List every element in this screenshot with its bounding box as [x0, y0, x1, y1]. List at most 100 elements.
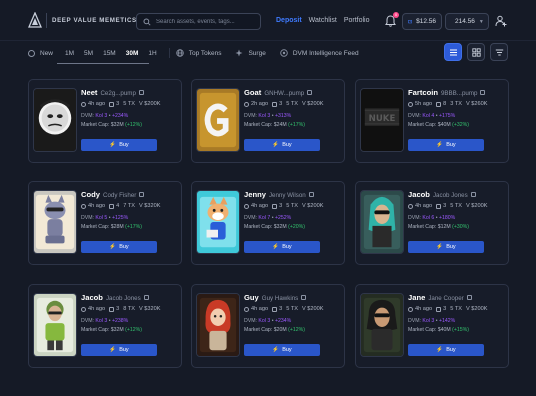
token-card[interactable]: Jenny Jenny Wilson 4h ago 3 5 TX V $200K… — [191, 181, 345, 265]
buy-button[interactable]: ⚡ Buy — [81, 139, 157, 151]
token-ticker: Ce2g...pump — [100, 90, 136, 97]
nav-deposit[interactable]: Deposit — [276, 17, 302, 24]
filter-top-tokens-label: Top Tokens — [188, 49, 222, 57]
market-cap-row: Market Cap: $32M (+12%) — [81, 122, 181, 128]
copy-icon[interactable] — [307, 90, 313, 95]
wallet-icon — [408, 19, 413, 24]
wallet-usd-value: $12.56 — [416, 18, 436, 25]
token-avatar-art: NUKE — [361, 89, 403, 151]
market-cap-value: $40M — [437, 327, 451, 333]
filter-top-tokens[interactable]: Top Tokens — [175, 49, 222, 57]
token-holders: 8 — [443, 101, 447, 107]
token-card[interactable]: Goat GNHW...pump 2h ago 3 5 TX V $200K D… — [191, 79, 345, 163]
market-cap-row: Market Cap: $12M (+30%) — [408, 224, 508, 230]
grid-view-button[interactable] — [467, 43, 485, 61]
token-holders: 3 — [116, 306, 120, 312]
token-tx-label: 3 TX — [450, 101, 462, 107]
notifications-button[interactable]: 0 — [384, 12, 399, 28]
copy-icon[interactable] — [480, 90, 486, 95]
nav-portfolio[interactable]: Portfolio — [344, 17, 370, 24]
buy-label: Buy — [119, 347, 129, 353]
market-cap-value: $20M — [273, 327, 287, 333]
new-radio-icon[interactable] — [28, 49, 35, 57]
timeframe-15m[interactable]: 15M — [99, 48, 120, 59]
buy-button[interactable]: ⚡ Buy — [244, 139, 320, 151]
buy-label: Buy — [446, 142, 456, 148]
token-volume-label: V $200K — [302, 306, 323, 312]
token-card[interactable]: Guy Guy Hawkins 4h ago 3 5 TX V $200K DV… — [191, 284, 345, 368]
token-image[interactable]: NUKE — [360, 88, 404, 152]
filter-surge[interactable]: Surge — [235, 49, 266, 57]
copy-icon[interactable] — [308, 192, 314, 197]
filter-button[interactable] — [490, 43, 508, 61]
token-card[interactable]: Jacob Jacob Jones 4h ago 3 8 TX V $320K … — [28, 284, 182, 368]
token-volume-label: V $200K — [302, 101, 323, 107]
brand[interactable]: DEEP VALUE MEMETICS — [28, 12, 137, 28]
copy-icon[interactable] — [138, 90, 144, 95]
add-user-icon[interactable] — [495, 15, 507, 27]
buy-button[interactable]: ⚡ Buy — [408, 139, 484, 151]
token-card[interactable]: Jane Jane Cooper 4h ago 3 5 TX V $200K D… — [355, 284, 509, 368]
search-box[interactable] — [136, 13, 261, 30]
market-cap-label: Market Cap: — [244, 224, 273, 230]
token-image[interactable] — [33, 293, 77, 357]
token-image[interactable] — [33, 88, 77, 152]
bolt-icon: ⚡ — [109, 244, 117, 250]
token-meta: 5h ago 8 3 TX V $260K — [408, 101, 508, 107]
kol-badge: Kol 6 — [422, 215, 435, 221]
buy-button[interactable]: ⚡ Buy — [244, 241, 320, 253]
wallet-usd[interactable]: $12.56 — [402, 13, 442, 30]
timeframe-5m[interactable]: 5M — [80, 48, 97, 59]
token-tx-label: 5 TX — [450, 203, 462, 209]
token-volume: $200K — [144, 101, 161, 107]
token-tx: 5 — [286, 101, 290, 107]
buy-button[interactable]: ⚡ Buy — [244, 344, 320, 356]
list-view-button[interactable] — [444, 43, 462, 61]
buy-button[interactable]: ⚡ Buy — [408, 241, 484, 253]
token-age: 5h ago — [415, 101, 433, 107]
buy-button[interactable]: ⚡ Buy — [408, 344, 484, 356]
filter-lines-icon — [495, 49, 503, 55]
token-holders: 4 — [116, 203, 120, 209]
token-age: 4h ago — [415, 203, 433, 209]
token-image[interactable] — [33, 190, 77, 254]
buy-button[interactable]: ⚡ Buy — [81, 241, 157, 253]
token-name: Guy — [244, 293, 259, 302]
kol-change: +234% — [274, 318, 292, 324]
market-cap-change: (+15%) — [452, 327, 470, 333]
nav-watchlist[interactable]: Watchlist — [309, 17, 337, 24]
filter-dvm-feed[interactable]: DVM Intelligence Feed — [280, 49, 359, 57]
token-image[interactable] — [360, 293, 404, 357]
header-divider — [0, 40, 536, 41]
token-image[interactable] — [360, 190, 404, 254]
token-card[interactable]: Neet Ce2g...pump 4h ago 3 5 TX V $200K D… — [28, 79, 182, 163]
dvm-row: DVM: Kol 7 • +252% — [244, 215, 344, 221]
timeframe-30m[interactable]: 30M — [122, 48, 143, 59]
token-meta: 4h ago 3 8 TX V $320K — [81, 306, 181, 312]
token-card[interactable]: Jacob Jacob Jones 4h ago 3 5 TX V $200K … — [355, 181, 509, 265]
globe-icon — [175, 49, 184, 57]
token-image[interactable] — [196, 88, 240, 152]
wallet-sol[interactable]: 214.56 ▼ — [445, 13, 489, 30]
token-info: Guy Guy Hawkins 4h ago 3 5 TX V $200K DV… — [244, 293, 344, 333]
copy-icon[interactable] — [139, 192, 145, 197]
token-card[interactable]: Cody Cody Fisher 4h ago 4 7 TX V $320K D… — [28, 181, 182, 265]
filter-new[interactable]: New — [40, 50, 53, 57]
token-card[interactable]: NUKE Fartcoin 9BBB...pump 5h ago 8 3 TX … — [355, 79, 509, 163]
timeframe-1m[interactable]: 1M — [61, 48, 78, 59]
token-ticker: Guy Hawkins — [261, 295, 299, 302]
copy-icon[interactable] — [143, 295, 149, 300]
token-name: Jenny — [244, 190, 266, 199]
search-input[interactable] — [156, 18, 256, 25]
token-image[interactable] — [196, 293, 240, 357]
copy-icon[interactable] — [301, 295, 307, 300]
token-name: Fartcoin — [408, 88, 438, 97]
bolt-icon: ⚡ — [272, 142, 280, 148]
token-image[interactable] — [196, 190, 240, 254]
copy-icon[interactable] — [466, 295, 472, 300]
timeframe-1h[interactable]: 1H — [144, 48, 160, 59]
copy-icon[interactable] — [470, 192, 476, 197]
token-tx-label: 5 TX — [286, 101, 298, 107]
buy-button[interactable]: ⚡ Buy — [81, 344, 157, 356]
token-title-row: Jacob Jacob Jones — [81, 293, 181, 302]
